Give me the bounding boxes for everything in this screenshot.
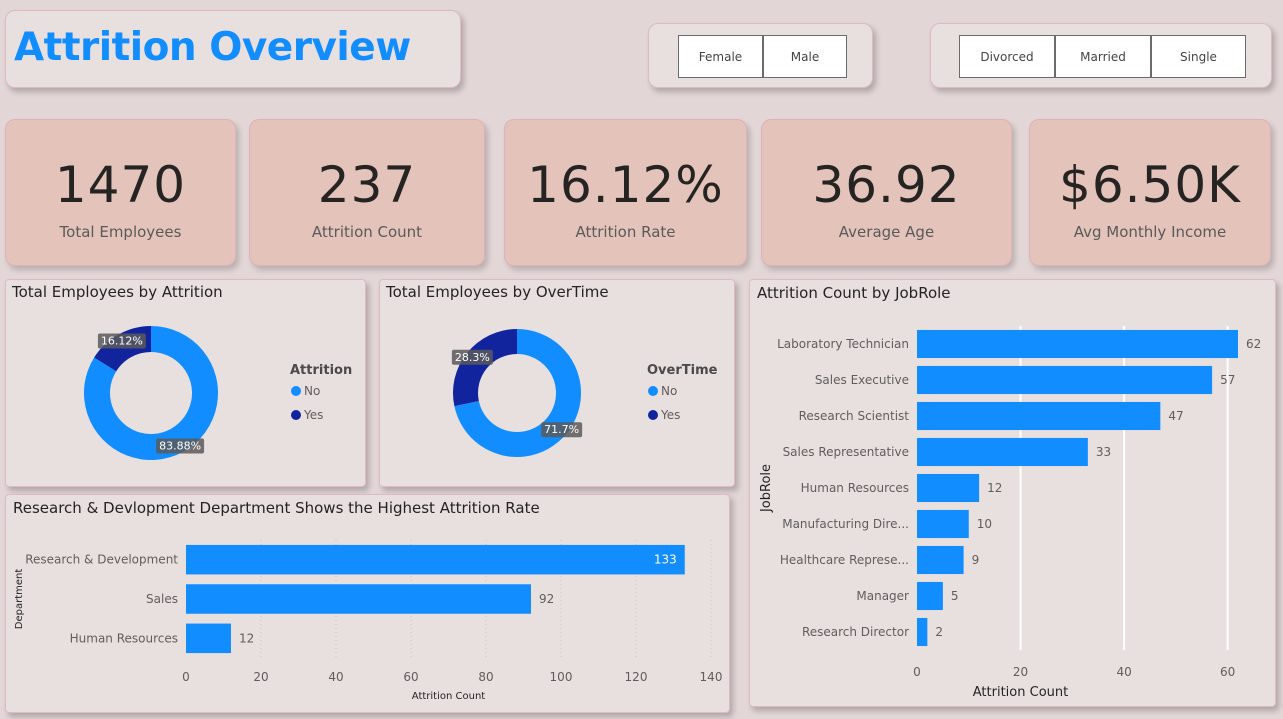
kpi-card-average-age: 36.92 Average Age [761,119,1012,266]
category-label: Sales Representative [783,445,909,459]
x-tick-label: 100 [550,670,573,684]
kpi-card-attrition-count: 237 Attrition Count [249,119,485,266]
legend-marker-yes [648,410,658,420]
x-axis-title: Attrition Count [973,685,1068,700]
kpi-card-attrition-rate: 16.12% Attrition Rate [504,119,747,266]
category-label: Manager [856,589,909,603]
kpi-value: $6.50K [1059,156,1241,214]
data-label: 47 [1168,409,1183,423]
donut-data-label: 28.3% [455,351,490,364]
kpi-value: 16.12% [527,156,724,214]
x-tick-label: 0 [182,670,190,684]
bar[interactable] [917,401,1161,431]
x-tick-label: 60 [1220,665,1235,679]
donut-data-label: 16.12% [101,335,143,348]
kpi-label: Avg Monthly Income [1073,223,1227,241]
data-label: 92 [539,592,554,606]
bar[interactable] [917,581,943,611]
legend-label-yes: Yes [660,408,680,422]
marital-status-slicer: Divorced Married Single [930,23,1272,88]
kpi-label: Total Employees [59,223,182,241]
department-bar-chart: 0 20 40 60 80 100 120 140 Research & Development… [14,540,723,702]
category-label: Sales Executive [815,373,909,387]
title-panel: Attrition Overview [5,10,461,88]
bar[interactable] [917,365,1213,395]
category-label: Research & Development [25,553,178,567]
data-label: 62 [1246,337,1261,351]
x-tick-label: 40 [1116,665,1131,679]
bar[interactable] [917,509,969,539]
data-label: 12 [239,631,254,645]
bar[interactable] [917,437,1088,467]
legend-marker-no [291,386,301,396]
jobrole-bar-visual: Attrition Count by JobRole 0 20 40 60 Labora… [749,279,1276,707]
bar[interactable] [917,617,928,647]
donut-data-label: 71.7% [544,423,579,436]
x-tick-label: 0 [913,665,921,679]
bar[interactable] [917,329,1238,359]
data-label: 57 [1220,373,1235,387]
y-axis-title: JobRole [759,464,774,513]
x-tick-label: 40 [328,670,343,684]
data-label: 33 [1096,445,1111,459]
x-tick-label: 60 [403,670,418,684]
slicer-button-male[interactable]: Male [763,35,847,78]
bar[interactable] [186,623,231,654]
attrition-donut-visual: Total Employees by Attrition 83.88% 16.12… [5,279,366,487]
kpi-value: 1470 [54,156,187,214]
category-label: Research Scientist [799,409,910,423]
slicer-button-single[interactable]: Single [1151,35,1246,78]
donut-slice-yes[interactable] [453,329,517,407]
slicer-button-married[interactable]: Married [1055,35,1151,78]
legend-label-yes: Yes [303,408,323,422]
x-tick-label: 20 [1013,665,1028,679]
legend-marker-no [648,386,658,396]
bar[interactable] [917,473,980,503]
kpi-label: Average Age [838,223,935,241]
jobrole-bar-chart: 0 20 40 60 Laboratory Technician 62 Sales Exec… [759,326,1261,700]
kpi-value: 237 [317,156,417,214]
x-tick-label: 20 [253,670,268,684]
x-tick-label: 140 [700,670,723,684]
kpi-value: 36.92 [812,156,961,214]
kpi-label: Attrition Rate [575,223,676,241]
slicer-button-female[interactable]: Female [678,35,763,78]
x-axis-title: Attrition Count [412,691,486,702]
attrition-donut-chart: 83.88% 16.12% Attrition No Yes [84,326,352,460]
category-label: Human Resources [70,631,178,645]
category-label: Healthcare Represe... [780,553,909,567]
page-title: Attrition Overview [14,25,411,70]
kpi-card-avg-monthly-income: $6.50K Avg Monthly Income [1029,119,1271,266]
category-label: Research Director [802,625,909,639]
bar[interactable] [186,544,685,575]
category-label: Sales [146,592,178,606]
slicer-button-divorced[interactable]: Divorced [959,35,1055,78]
overtime-donut-visual: Total Employees by OverTime 71.7% 28.3% O… [379,279,735,487]
category-label: Manufacturing Dire... [782,517,909,531]
y-axis-title: Department [14,569,25,630]
legend-label-no: No [661,384,677,398]
data-label: 2 [935,625,943,639]
legend-title: Attrition [290,363,352,378]
legend-marker-yes [291,410,301,420]
overtime-donut-chart: 71.7% 28.3% OverTime No Yes [451,329,718,457]
bar[interactable] [186,584,531,614]
category-label: Human Resources [801,481,909,495]
department-bar-visual: Research & Devlopment Department Shows t… [5,494,730,713]
data-label: 12 [987,481,1002,495]
category-label: Laboratory Technician [777,337,909,351]
x-tick-label: 120 [625,670,648,684]
donut-data-label: 83.88% [159,439,201,452]
gender-slicer: Female Male [648,23,873,88]
data-label: 5 [951,589,959,603]
x-tick-label: 80 [478,670,493,684]
kpi-label: Attrition Count [311,223,423,241]
data-label: 10 [977,517,992,531]
data-label: 9 [972,553,980,567]
bar[interactable] [917,545,964,575]
legend-title: OverTime [647,363,718,378]
legend-label-no: No [304,384,320,398]
kpi-card-total-employees: 1470 Total Employees [5,119,236,266]
data-label: 133 [654,553,677,567]
